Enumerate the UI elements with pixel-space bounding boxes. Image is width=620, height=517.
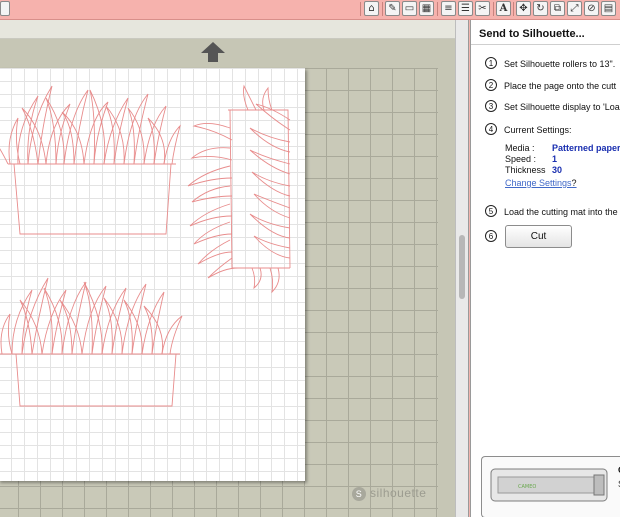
- step-text: Current Settings:: [504, 125, 572, 135]
- align-icon[interactable]: ≡: [441, 1, 456, 16]
- panel-splitter[interactable]: [455, 20, 469, 517]
- speed-setting: Speed : 1: [505, 154, 557, 164]
- step-text: Set Silhouette display to 'Loa: [504, 102, 620, 112]
- toolbar-separator: [513, 2, 514, 16]
- speed-label: Speed :: [505, 154, 537, 164]
- text-icon[interactable]: A: [496, 1, 511, 16]
- grid-icon[interactable]: ▦: [419, 1, 434, 16]
- design-workspace[interactable]: Ssilhouette: [0, 20, 455, 517]
- page-area[interactable]: [0, 68, 305, 481]
- step-5: 5 Load the cutting mat into the: [485, 205, 618, 217]
- nodes-icon[interactable]: ✥: [516, 1, 531, 16]
- device-brand-text: CAMEO: [518, 484, 536, 490]
- change-settings-link[interactable]: Change Settings?: [505, 178, 577, 188]
- media-setting: Media : Patterned paper: [505, 143, 620, 153]
- grass-cut-design[interactable]: [0, 68, 305, 481]
- replicate-icon[interactable]: ⧉: [550, 1, 565, 16]
- cut-settings-icon[interactable]: ⊘: [584, 1, 599, 16]
- step-number: 4: [485, 123, 497, 135]
- device-status-box[interactable]: CAMEO C S: [481, 456, 620, 517]
- toolbar-separator: [493, 2, 494, 16]
- silhouette-logo-icon: S: [352, 486, 366, 501]
- step-number: 5: [485, 205, 497, 217]
- silhouette-cameo-device-icon: CAMEO: [490, 468, 608, 502]
- step-2: 2 Place the page onto the cutt: [485, 79, 617, 91]
- toolbar-separator: [382, 2, 383, 16]
- change-settings-suffix: ?: [571, 178, 577, 188]
- step-1: 1 Set Silhouette rollers to 13".: [485, 57, 616, 69]
- scissors-icon[interactable]: ✂: [475, 1, 490, 16]
- step-number: 1: [485, 57, 497, 69]
- step-text: Load the cutting mat into the: [504, 207, 618, 217]
- window-icon[interactable]: ▭: [402, 1, 417, 16]
- main-toolbar: ⌂ ✎ ▭ ▦ ≡ ☰ ✂ A ✥ ↻ ⧉ ⤢ ⊘ ▤: [0, 0, 620, 20]
- step-number: 6: [485, 230, 497, 242]
- pencil-icon[interactable]: ✎: [385, 1, 400, 16]
- square-icon[interactable]: [0, 1, 10, 16]
- media-value: Patterned paper: [552, 143, 620, 153]
- thickness-value: 30: [552, 165, 563, 175]
- transform-icon[interactable]: ⤢: [567, 1, 582, 16]
- splitter-grip[interactable]: [459, 235, 465, 299]
- panel-divider: [471, 44, 620, 45]
- feed-direction-arrow-icon: [201, 42, 225, 62]
- watermark-text: silhouette: [370, 486, 427, 500]
- workspace-top-band: [0, 20, 455, 39]
- cut-button[interactable]: Cut: [505, 225, 572, 248]
- speed-value: 1: [552, 154, 558, 164]
- thickness-label: Thickness: [505, 165, 546, 175]
- change-settings-text[interactable]: Change Settings: [505, 178, 572, 188]
- panel-title: Send to Silhouette...: [479, 28, 585, 40]
- step-text: Place the page onto the cutt: [504, 81, 617, 91]
- step-number: 3: [485, 100, 497, 112]
- step-3: 3 Set Silhouette display to 'Loa: [485, 100, 620, 112]
- lines-icon[interactable]: ☰: [458, 1, 473, 16]
- thickness-setting: Thickness 30: [505, 165, 562, 175]
- toolbar-separator: [437, 2, 438, 16]
- send-to-silhouette-panel: Send to Silhouette... 1 Set Silhouette r…: [470, 20, 620, 517]
- send-icon[interactable]: ▤: [601, 1, 616, 16]
- home-icon[interactable]: ⌂: [364, 1, 379, 16]
- media-label: Media :: [505, 143, 535, 153]
- silhouette-watermark: Ssilhouette: [352, 486, 426, 501]
- step-number: 2: [485, 79, 497, 91]
- rotate-icon[interactable]: ↻: [533, 1, 548, 16]
- toolbar-separator: [360, 2, 361, 16]
- step-text: Set Silhouette rollers to 13".: [504, 59, 616, 69]
- step-4: 4 Current Settings:: [485, 123, 572, 135]
